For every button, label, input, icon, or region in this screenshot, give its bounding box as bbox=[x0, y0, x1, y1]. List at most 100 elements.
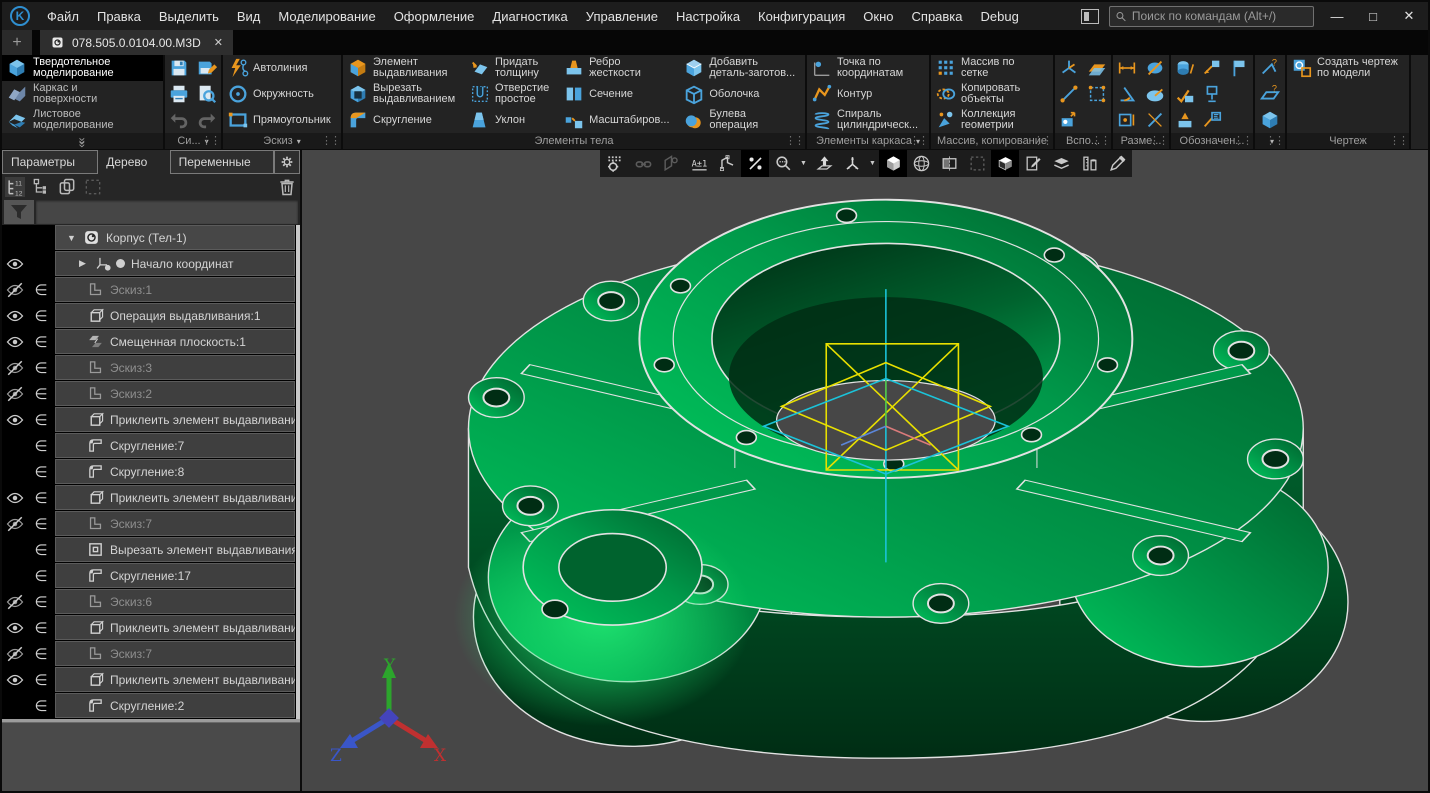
sketch-placement-button[interactable] bbox=[657, 150, 685, 177]
mode-surface-modeling[interactable]: Каркас и поверхности bbox=[2, 81, 163, 107]
group-handle-icon[interactable]: ⋮⋮ bbox=[1033, 134, 1051, 147]
tree-row[interactable]: ∈Эскиз:7 bbox=[2, 641, 300, 666]
tree-row[interactable]: ∈Скругление:2 bbox=[2, 693, 300, 718]
menu-item[interactable]: Справка bbox=[903, 2, 972, 30]
create-drawing-button[interactable]: Создать чертеж по модели bbox=[1287, 55, 1409, 81]
visibility-off-icon[interactable] bbox=[6, 593, 24, 611]
tree-row[interactable]: ∈Эскиз:3 bbox=[2, 355, 300, 380]
mode-switcher-expand[interactable]: »» bbox=[2, 133, 163, 149]
command-search[interactable] bbox=[1109, 6, 1314, 27]
stock-part-button[interactable]: Добавить деталь-заготов... bbox=[679, 55, 805, 81]
undo-button[interactable] bbox=[165, 107, 193, 133]
group-handle-icon[interactable]: ⋮⋮ bbox=[785, 134, 803, 147]
geometry-collection-button[interactable]: Коллекция геометрии bbox=[931, 107, 1053, 133]
visibility-off-icon[interactable] bbox=[6, 385, 24, 403]
zoom-button[interactable] bbox=[769, 150, 797, 177]
trash-button[interactable] bbox=[277, 177, 297, 197]
document-tab[interactable]: 078.505.0.0104.00.M3D✕ bbox=[40, 30, 233, 55]
tree-row[interactable]: ∈Эскиз:1 bbox=[2, 277, 300, 302]
group-handle-icon[interactable]: ⋮⋮ bbox=[1265, 134, 1283, 147]
group-handle-icon[interactable]: ⋮⋮ bbox=[909, 134, 927, 147]
select-region-button[interactable] bbox=[963, 150, 991, 177]
sketch-contour-button[interactable] bbox=[713, 150, 741, 177]
menu-item[interactable]: Вид bbox=[228, 2, 270, 30]
eyedropper-button[interactable] bbox=[1103, 150, 1131, 177]
boolean-button[interactable]: Булева операция bbox=[679, 107, 805, 133]
visibility-on-icon[interactable] bbox=[6, 255, 24, 273]
dimension-chamfer-button[interactable] bbox=[1141, 107, 1169, 133]
tolerance-base-button[interactable] bbox=[1171, 107, 1198, 133]
rectangle-button[interactable]: Прямоугольник bbox=[223, 107, 341, 133]
tree-row[interactable]: ∈Вырезать элемент выдавливания:1 bbox=[2, 537, 300, 562]
textures-view-button[interactable] bbox=[991, 150, 1019, 177]
dimension-linear-button[interactable] bbox=[1113, 55, 1141, 81]
point-coordinates-button[interactable]: Точка по координатам bbox=[807, 55, 929, 81]
measure-button[interactable] bbox=[1075, 150, 1103, 177]
tree-marquee-button[interactable] bbox=[83, 177, 103, 197]
simple-hole-button[interactable]: Отверстие простое bbox=[465, 81, 559, 107]
snap-angle-button[interactable] bbox=[741, 150, 769, 177]
tree-row[interactable]: ∈Скругление:17 bbox=[2, 563, 300, 588]
model-korpus[interactable] bbox=[302, 150, 1428, 791]
solid-cube-button[interactable] bbox=[1255, 107, 1285, 133]
control-points-button[interactable] bbox=[1083, 81, 1111, 107]
group-handle-icon[interactable]: ⋮⋮ bbox=[321, 134, 339, 147]
section-button[interactable]: Сечение bbox=[559, 81, 679, 107]
menu-item[interactable]: Правка bbox=[88, 2, 150, 30]
tree-row[interactable]: ▼Корпус (Тел-1) bbox=[2, 225, 300, 250]
contour-button[interactable]: Контур bbox=[807, 81, 929, 107]
group-dropdown-icon[interactable]: ▾ bbox=[297, 137, 301, 146]
datum-check-button[interactable] bbox=[1171, 81, 1198, 107]
group-handle-icon[interactable]: ⋮⋮ bbox=[1091, 134, 1109, 147]
redo-button[interactable] bbox=[193, 107, 221, 133]
maximize-button[interactable]: □ bbox=[1360, 9, 1386, 24]
tree-expander-icon[interactable]: ▼ bbox=[67, 233, 77, 243]
visibility-off-icon[interactable] bbox=[6, 515, 24, 533]
panel-settings-button[interactable] bbox=[274, 150, 300, 174]
menu-item[interactable]: Настройка bbox=[667, 2, 749, 30]
autoline-button[interactable]: Автолиния bbox=[223, 55, 341, 81]
new-document-button[interactable]: + bbox=[2, 30, 32, 55]
command-search-input[interactable] bbox=[1132, 9, 1308, 23]
tree-row[interactable]: ▶Начало координат bbox=[2, 251, 300, 276]
condition-plane-button[interactable]: ? bbox=[1255, 81, 1285, 107]
construction-plane-button[interactable] bbox=[1083, 55, 1111, 81]
menu-item[interactable]: Управление bbox=[577, 2, 667, 30]
condition-angle-button[interactable]: ? bbox=[1255, 55, 1285, 81]
menu-item[interactable]: Файл bbox=[38, 2, 88, 30]
menu-item[interactable]: Окно bbox=[854, 2, 902, 30]
placement-button[interactable] bbox=[629, 150, 657, 177]
tree-search-field[interactable] bbox=[36, 200, 298, 224]
rib-button[interactable]: Ребро жесткости bbox=[559, 55, 679, 81]
window-layout-icon[interactable] bbox=[1081, 9, 1099, 24]
menu-item[interactable]: Выделить bbox=[150, 2, 228, 30]
visibility-on-icon[interactable] bbox=[6, 619, 24, 637]
copy-objects-button[interactable]: Копировать объекты bbox=[931, 81, 1053, 107]
visibility-off-icon[interactable] bbox=[6, 645, 24, 663]
orient-face-button[interactable] bbox=[810, 150, 838, 177]
menu-item[interactable]: Моделирование bbox=[269, 2, 384, 30]
visibility-on-icon[interactable] bbox=[6, 411, 24, 429]
sketch-style-button[interactable] bbox=[1019, 150, 1047, 177]
local-cs-button[interactable] bbox=[1055, 107, 1083, 133]
tree-row[interactable]: ∈Смещенная плоскость:1 bbox=[2, 329, 300, 354]
dimension-values-button[interactable]: A±1 bbox=[685, 150, 713, 177]
leader-line-button[interactable] bbox=[1198, 55, 1225, 81]
dimension-diameter-button[interactable] bbox=[1141, 55, 1169, 81]
group-handle-icon[interactable]: ⋮⋮ bbox=[201, 134, 219, 147]
panel-tab-параметры[interactable]: Параметры bbox=[2, 150, 98, 174]
visibility-off-icon[interactable] bbox=[6, 359, 24, 377]
tree-row[interactable]: ∈Эскиз:6 bbox=[2, 589, 300, 614]
menu-item[interactable]: Оформление bbox=[385, 2, 484, 30]
draft-button[interactable]: Уклон bbox=[465, 107, 559, 133]
extrude-button[interactable]: Элемент выдавливания bbox=[343, 55, 465, 81]
visibility-off-icon[interactable] bbox=[6, 281, 24, 299]
shaded-view-button[interactable] bbox=[879, 150, 907, 177]
datum-frame-button[interactable] bbox=[1198, 81, 1225, 107]
dimension-angle-button[interactable] bbox=[1113, 81, 1141, 107]
tree-row[interactable]: ∈Скругление:7 bbox=[2, 433, 300, 458]
fillet-button[interactable]: Скругление bbox=[343, 107, 465, 133]
grid-settings-button[interactable] bbox=[601, 150, 629, 177]
tree-row[interactable]: ∈Эскиз:7 bbox=[2, 511, 300, 536]
construction-segment-button[interactable] bbox=[1055, 81, 1083, 107]
